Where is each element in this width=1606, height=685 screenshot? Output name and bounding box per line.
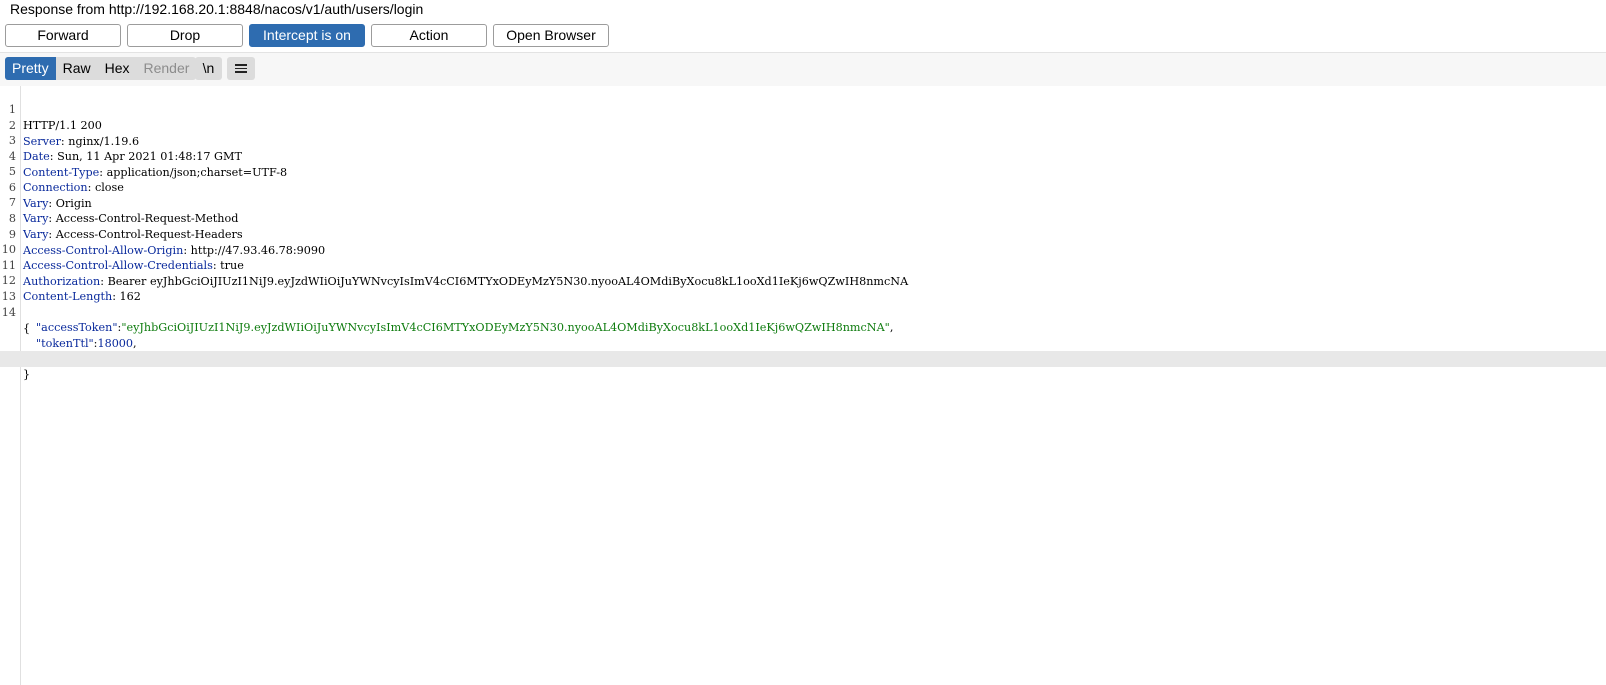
editor-line: 2 Server: nginx/1.19.6 bbox=[0, 102, 1606, 148]
tab-raw[interactable]: Raw bbox=[56, 57, 98, 80]
response-editor[interactable]: 1 HTTP/1.1 200 2 Server: nginx/1.19.6 3 … bbox=[0, 86, 1606, 685]
hamburger-menu-icon bbox=[235, 64, 247, 73]
editor-line: 13 bbox=[0, 273, 1606, 303]
editor-line: 8 Vary: Access-Control-Request-Headers bbox=[0, 195, 1606, 241]
editor-line: 7 Vary: Access-Control-Request-Method bbox=[0, 179, 1606, 225]
editor-line: "globalAdmin":true bbox=[0, 335, 1606, 365]
editor-line: 14 { bbox=[0, 289, 1606, 335]
forward-button[interactable]: Forward bbox=[5, 24, 121, 47]
editor-line: "accessToken":"eyJhbGciOiJIUzI1NiJ9.eyJz… bbox=[36, 321, 894, 334]
intercept-action-bar: Forward Drop Intercept is on Action Open… bbox=[5, 24, 609, 48]
open-browser-button[interactable]: Open Browser bbox=[493, 24, 609, 47]
editor-line: 6 Vary: Origin bbox=[0, 164, 1606, 210]
action-button[interactable]: Action bbox=[371, 24, 487, 47]
drop-button[interactable]: Drop bbox=[127, 24, 243, 47]
tab-pretty[interactable]: Pretty bbox=[5, 57, 56, 80]
hamburger-menu-button[interactable] bbox=[227, 57, 255, 80]
view-mode-tabs: Pretty Raw Hex Render bbox=[5, 57, 197, 80]
editor-line: 4 Content-Type: application/json;charset… bbox=[0, 133, 1606, 179]
editor-line: 12 Content-Length: 162 bbox=[1, 274, 141, 303]
editor-line: 3 Date: Sun, 11 Apr 2021 01:48:17 GMT bbox=[0, 117, 1606, 163]
tab-render[interactable]: Render bbox=[137, 57, 197, 80]
editor-line: "tokenTtl":18000, bbox=[36, 337, 137, 350]
intercept-toggle-button[interactable]: Intercept is on bbox=[249, 24, 365, 47]
editor-line-current: } bbox=[0, 351, 1606, 381]
json-close-brace: } bbox=[23, 368, 31, 381]
message-view-toolbar: Pretty Raw Hex Render \n bbox=[0, 53, 1606, 86]
editor-line: 10 Access-Control-Allow-Credentials: tru… bbox=[1, 243, 244, 272]
show-newlines-button[interactable]: \n bbox=[195, 57, 222, 80]
tab-hex[interactable]: Hex bbox=[98, 57, 137, 80]
response-title: Response from http://192.168.20.1:8848/n… bbox=[10, 1, 424, 17]
editor-line: 11 Authorization: Bearer eyJhbGciOiJIUzI… bbox=[1, 259, 909, 288]
editor-line: 9 Access-Control-Allow-Origin: http://47… bbox=[0, 211, 1606, 257]
editor-line: 5 Connection: close bbox=[0, 148, 1606, 194]
editor-line: 1 HTTP/1.1 200 bbox=[0, 86, 1606, 132]
